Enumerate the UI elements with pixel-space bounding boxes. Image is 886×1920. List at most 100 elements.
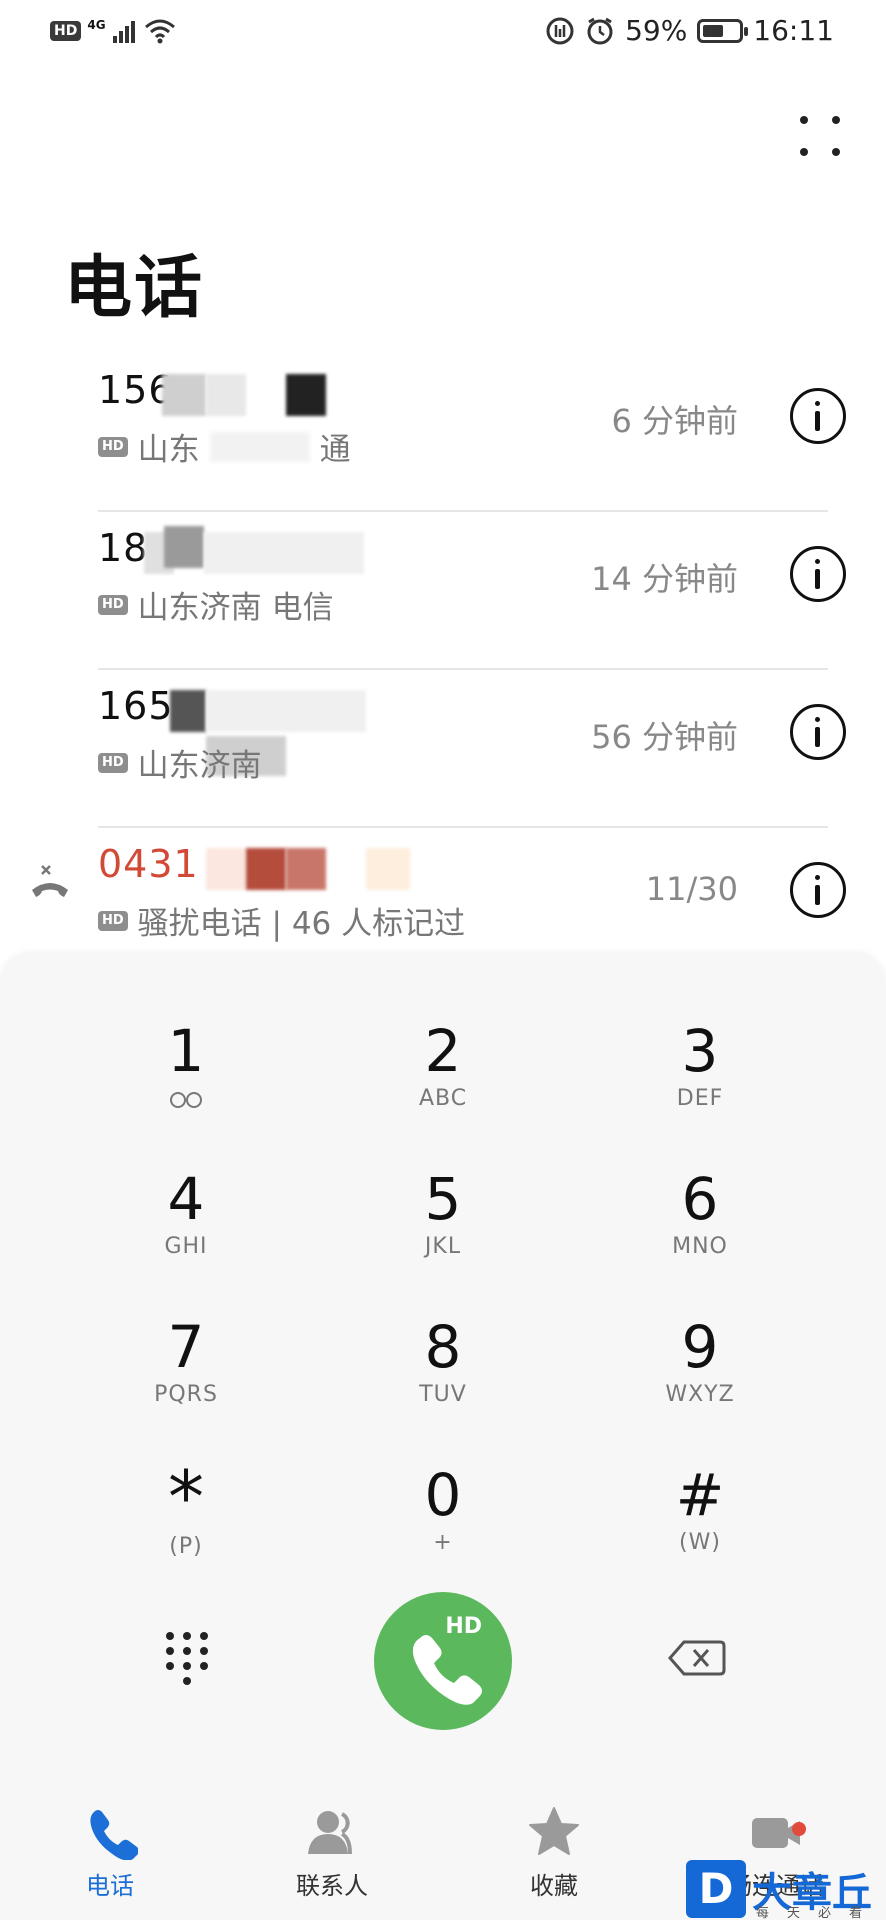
redacted-block <box>246 848 286 890</box>
key-letters: JKL <box>424 1234 462 1259</box>
status-right: 59% 16:11 <box>545 14 834 47</box>
redacted-block <box>206 374 246 416</box>
key-letters: + <box>433 1530 453 1555</box>
key-digit: 8 <box>424 1313 462 1381</box>
key-letters: PQRS <box>154 1382 218 1407</box>
watermark-sub: 每天必看 <box>756 1906 881 1920</box>
nav-label: 电话 <box>86 1872 134 1900</box>
redacted-block <box>366 848 410 890</box>
key-digit: 5 <box>424 1165 462 1233</box>
nav-tab-favorites[interactable]: 收藏 <box>474 1804 634 1901</box>
call-subtitle: HD 山东 通 <box>98 424 351 469</box>
key-letters: TUV <box>419 1382 467 1407</box>
call-hd-label: HD <box>445 1614 482 1639</box>
network-label: 4G <box>87 18 106 32</box>
dial-key-7[interactable]: 7 PQRS <box>86 1300 286 1440</box>
redacted-block <box>206 848 246 890</box>
clock: 16:11 <box>753 14 834 47</box>
info-icon[interactable] <box>790 388 846 444</box>
info-icon[interactable] <box>790 546 846 602</box>
key-digit: 9 <box>681 1313 719 1381</box>
hd-badge: HD <box>98 752 128 773</box>
key-digit: 1 <box>167 1017 205 1085</box>
dial-key-star[interactable]: * (P) <box>86 1448 286 1588</box>
dial-call-button[interactable]: HD <box>374 1592 512 1730</box>
call-time: 6 分钟前 <box>611 402 738 440</box>
key-digit: 2 <box>424 1017 462 1085</box>
call-time: 56 分钟前 <box>591 718 738 756</box>
dial-key-2[interactable]: 2 ABC <box>343 1004 543 1144</box>
redacted-block <box>209 431 310 462</box>
redacted-block <box>162 374 206 416</box>
nav-label: 收藏 <box>530 1872 578 1900</box>
call-log-item[interactable]: 18 HD 山东济南 电信 14 分钟前 <box>0 512 886 670</box>
hd-badge: HD <box>98 910 128 931</box>
hide-keypad-icon[interactable] <box>166 1632 208 1686</box>
key-digit: 3 <box>681 1017 719 1085</box>
redacted-block <box>286 374 326 416</box>
dial-key-1[interactable]: 1 <box>86 1004 286 1144</box>
watermark-logo: D <box>686 1860 746 1918</box>
call-number: 165 <box>98 684 174 728</box>
page-title: 电话 <box>64 249 205 328</box>
key-letters: (W) <box>679 1530 721 1555</box>
redacted-block <box>170 690 206 732</box>
spam-label: 骚扰电话 | 46 人标记过 <box>137 906 466 942</box>
battery-fill <box>703 24 724 37</box>
phone-icon <box>90 1810 138 1860</box>
status-bar: HD 4G 59% 16:11 <box>0 0 886 70</box>
call-subtitle: HD 山东济南 电信 <box>98 582 334 627</box>
call-subtitle: HD 山东济南 <box>98 740 262 785</box>
dial-key-3[interactable]: 3 DEF <box>600 1004 800 1144</box>
hd-badge: HD <box>98 594 128 615</box>
backspace-icon[interactable] <box>668 1638 726 1678</box>
dial-key-hash[interactable]: # (W) <box>600 1448 800 1588</box>
call-location: 山东 <box>137 432 200 468</box>
battery-percent: 59% <box>625 14 688 47</box>
hd-call-status-icon <box>546 17 574 44</box>
info-icon[interactable] <box>790 862 846 918</box>
signal-icon <box>112 21 135 43</box>
dial-key-6[interactable]: 6 MNO <box>600 1152 800 1292</box>
dial-key-4[interactable]: 4 GHI <box>86 1152 286 1292</box>
dial-key-8[interactable]: 8 TUV <box>343 1300 543 1440</box>
nav-label: 联系人 <box>296 1872 368 1900</box>
missed-call-icon <box>32 865 68 897</box>
call-time: 14 分钟前 <box>591 560 738 598</box>
hd-badge: HD <box>50 21 82 41</box>
key-letters: WXYZ <box>665 1382 735 1407</box>
star-icon <box>529 1807 579 1855</box>
redacted-block <box>206 690 366 732</box>
redacted-block <box>286 848 326 890</box>
call-log-item[interactable]: 165 HD 山东济南 56 分钟前 <box>0 670 886 828</box>
phone-handset-icon <box>412 1635 482 1705</box>
call-subtitle: HD 骚扰电话 | 46 人标记过 <box>98 898 465 943</box>
key-letters: ABC <box>418 1086 468 1111</box>
call-number: 0431 <box>98 842 199 886</box>
dial-key-9[interactable]: 9 WXYZ <box>600 1300 800 1440</box>
key-letters: (P) <box>169 1534 203 1559</box>
watermark: D 大章丘 每天必看 <box>686 1860 886 1920</box>
wifi-icon <box>144 19 175 44</box>
key-letters: DEF <box>676 1086 724 1111</box>
status-left: HD 4G <box>50 18 176 44</box>
voicemail-icon <box>170 1092 202 1108</box>
key-digit: 4 <box>167 1165 205 1233</box>
key-digit: # <box>675 1461 725 1529</box>
key-digit: 7 <box>167 1313 205 1381</box>
contacts-icon <box>308 1811 352 1855</box>
alarm-icon <box>587 17 613 44</box>
call-location: 山东济南 <box>137 590 262 626</box>
key-digit: * <box>168 1455 204 1539</box>
more-dots-icon[interactable] <box>792 108 848 164</box>
call-carrier: 通 <box>319 432 351 468</box>
dial-key-0[interactable]: 0 + <box>343 1448 543 1588</box>
notification-dot <box>792 1822 806 1836</box>
call-time: 11/30 <box>645 870 738 908</box>
nav-tab-contacts[interactable]: 联系人 <box>252 1804 412 1901</box>
call-carrier: 电信 <box>271 590 334 626</box>
dial-key-5[interactable]: 5 JKL <box>343 1152 543 1292</box>
info-icon[interactable] <box>790 704 846 760</box>
call-log-item[interactable]: 156 HD 山东 通 6 分钟前 <box>0 354 886 512</box>
nav-tab-phone[interactable]: 电话 <box>30 1804 190 1901</box>
